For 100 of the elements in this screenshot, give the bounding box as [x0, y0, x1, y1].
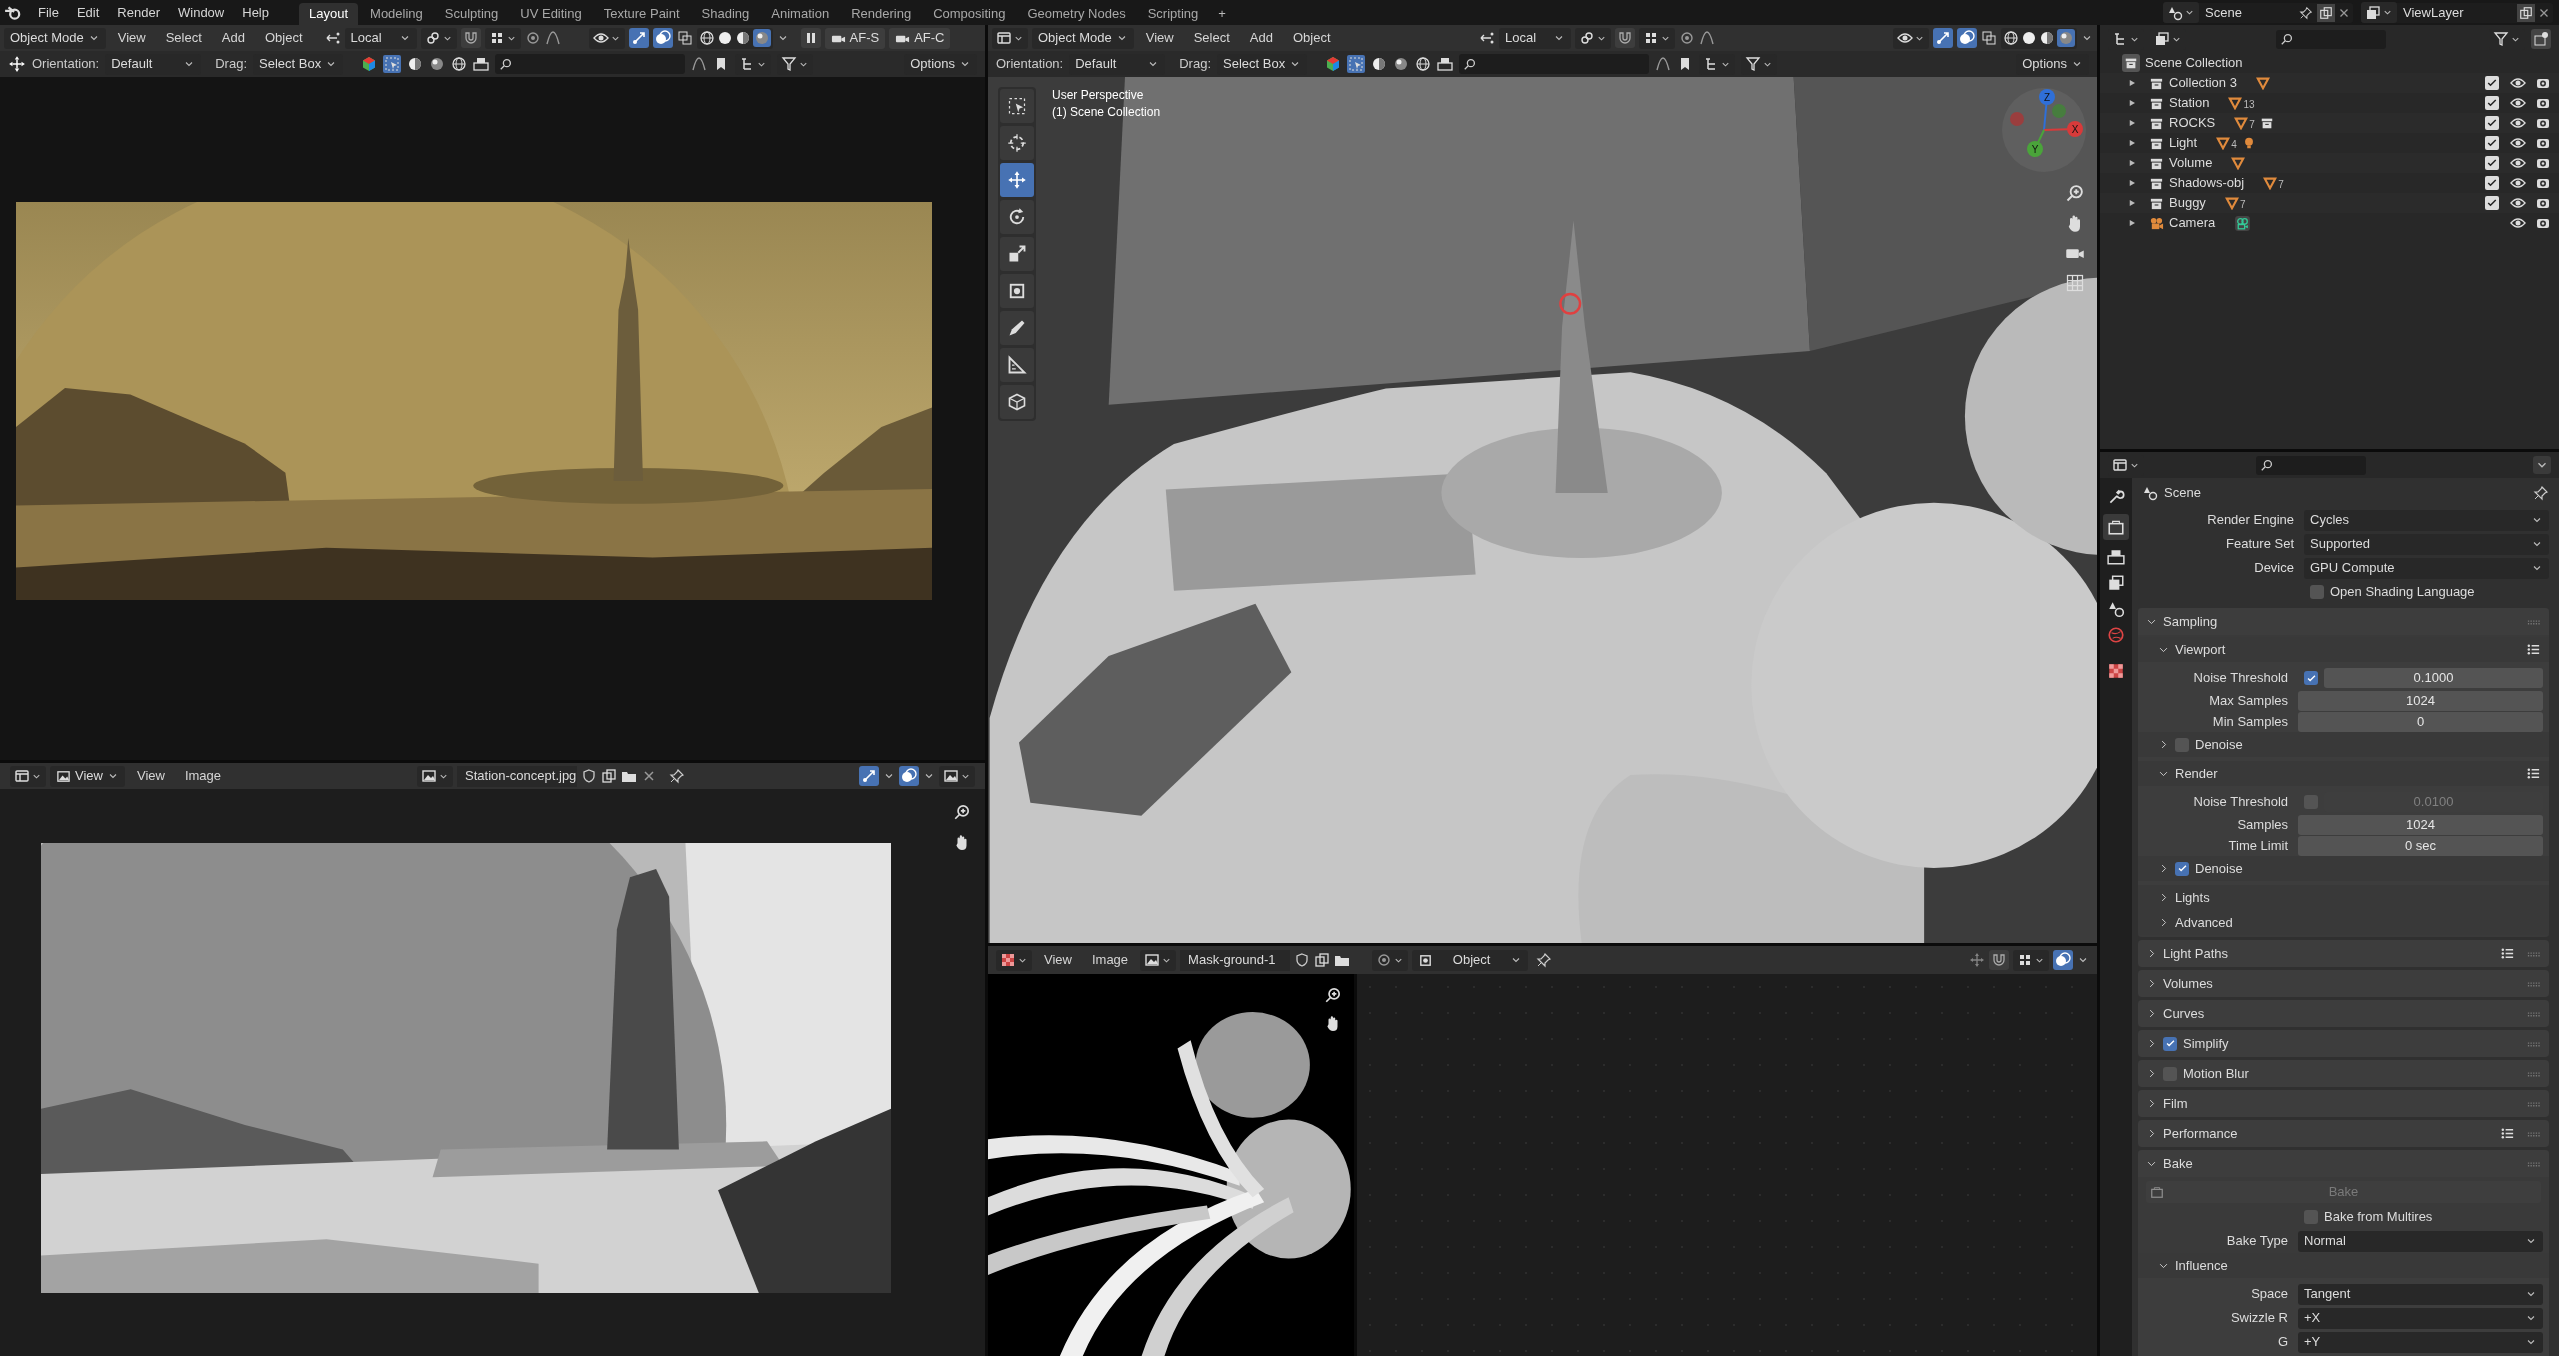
menu-item[interactable]: View	[128, 765, 173, 787]
mesh-icon[interactable]	[2263, 176, 2278, 190]
measure-tool-icon[interactable]	[1000, 348, 1034, 382]
orientation-dropdown[interactable]: Local	[344, 27, 417, 49]
presets-icon[interactable]	[2526, 642, 2541, 657]
view-mode-dropdown[interactable]: View	[50, 765, 125, 787]
menu-item[interactable]: Object	[256, 27, 311, 49]
eye-icon[interactable]	[2510, 75, 2526, 91]
output-tab-icon[interactable]	[2107, 548, 2125, 566]
view-layer-selector[interactable]	[2361, 2, 2397, 23]
dropdown[interactable]: GPU Compute	[2304, 557, 2549, 579]
pivot-selector[interactable]	[1575, 27, 1611, 49]
gizmo-icon[interactable]	[859, 766, 879, 786]
wireframe-shading-icon[interactable]	[2003, 30, 2019, 46]
checkbox[interactable]	[2485, 96, 2499, 110]
pin-icon[interactable]	[1536, 952, 1553, 968]
checkbox[interactable]	[2304, 671, 2318, 685]
dropdown[interactable]: Normal	[2298, 1230, 2543, 1252]
collection-icon[interactable]	[2122, 54, 2140, 72]
checkbox[interactable]	[2485, 156, 2499, 170]
material-shading-icon[interactable]	[734, 30, 751, 46]
outliner-item-name[interactable]: Shadows-obj	[2169, 173, 2245, 193]
rotate-tool-icon[interactable]	[1000, 200, 1034, 234]
image-browse-selector[interactable]	[417, 765, 454, 787]
world-tab-icon[interactable]	[2107, 626, 2125, 644]
material-shading-icon[interactable]	[2039, 30, 2055, 46]
layers-icon[interactable]	[2154, 31, 2170, 47]
workspace-tab[interactable]: Rendering	[841, 3, 922, 25]
mesh-icon[interactable]	[2228, 96, 2243, 110]
image-icon[interactable]	[943, 768, 959, 784]
workspace-tab[interactable]: Geometry Nodes	[1017, 3, 1136, 25]
select-icon[interactable]	[1347, 55, 1366, 73]
checkbox[interactable]	[2485, 196, 2499, 210]
square-icon[interactable]	[1418, 952, 1434, 968]
eye-icon[interactable]	[2510, 135, 2526, 151]
mesh-icon[interactable]	[2231, 156, 2246, 170]
snap-target-selector[interactable]	[484, 27, 521, 49]
editor-type-selector[interactable]	[992, 27, 1028, 49]
proportional-edit-icon[interactable]	[1679, 30, 1695, 46]
outliner-item-name[interactable]: Scene Collection	[2145, 53, 2243, 73]
camera-data-icon[interactable]	[2234, 214, 2252, 232]
object-dropdown[interactable]: Object	[1412, 949, 1529, 971]
eye-icon[interactable]	[2510, 195, 2526, 211]
fake-user-icon[interactable]	[581, 768, 598, 784]
panel-header[interactable]: Denoise	[2138, 856, 2549, 881]
transform-orientation-icon[interactable]	[324, 30, 341, 46]
eye-icon[interactable]	[2510, 175, 2526, 191]
filter-icon[interactable]	[1745, 56, 1762, 72]
world-icon[interactable]	[451, 56, 468, 72]
menu-item[interactable]: Window	[170, 2, 233, 23]
color-icon[interactable]	[1325, 56, 1342, 72]
workspace-tab[interactable]: Texture Paint	[593, 3, 690, 25]
scene-icon[interactable]	[2142, 485, 2158, 501]
snap-icon[interactable]	[1989, 950, 2009, 970]
link-icon[interactable]	[1579, 30, 1595, 46]
outliner-item-name[interactable]: Buggy	[2169, 193, 2206, 213]
menu-item[interactable]: Select	[157, 27, 210, 49]
gizmo-icon[interactable]	[628, 28, 649, 48]
number-field[interactable]: 1024	[2298, 814, 2543, 835]
editor-type-selector[interactable]	[996, 949, 1032, 971]
pivot-selector[interactable]	[420, 27, 457, 49]
transform-orientation-icon[interactable]	[1479, 30, 1495, 46]
menu-item[interactable]: Image	[1083, 949, 1137, 971]
eye-icon[interactable]	[2510, 115, 2526, 131]
panel-header[interactable]: Denoise	[2138, 732, 2549, 757]
mode-dropdown[interactable]: Object Mode	[1032, 27, 1134, 49]
mesh-icon[interactable]	[2224, 196, 2239, 210]
wireframe-shading-icon[interactable]	[698, 30, 715, 46]
outliner-item-name[interactable]: Camera	[2169, 213, 2216, 233]
transform-tool-icon[interactable]	[1000, 274, 1034, 308]
workspace-tab[interactable]: Modeling	[360, 3, 433, 25]
texture-tab-icon[interactable]	[2107, 662, 2125, 680]
checker-icon[interactable]	[1000, 952, 1016, 968]
workspace-tab[interactable]: Shading	[691, 3, 760, 25]
dropdown[interactable]: +X	[2298, 1307, 2543, 1329]
mesh-icon[interactable]	[2255, 76, 2270, 90]
menu-item[interactable]: Add	[1241, 27, 1281, 49]
layers-icon[interactable]	[2365, 4, 2381, 21]
menu-item[interactable]: View	[1036, 949, 1080, 971]
overlay-icon[interactable]	[899, 766, 919, 786]
scene-tab-icon[interactable]	[2107, 600, 2125, 618]
image-browse-selector[interactable]	[1140, 949, 1177, 971]
outliner-item-name[interactable]: ROCKS	[2169, 113, 2216, 133]
checkbox[interactable]	[2485, 76, 2499, 90]
material-icon[interactable]	[407, 56, 424, 72]
snap-icon[interactable]	[460, 28, 481, 48]
filter-icon[interactable]	[2493, 31, 2509, 47]
addon-button[interactable]: AF-S	[824, 27, 886, 49]
dropdown[interactable]: Cycles	[2304, 509, 2549, 531]
filter-icon[interactable]	[781, 56, 798, 72]
number-field[interactable]: 0 sec	[2298, 835, 2543, 856]
checkbox[interactable]	[2175, 737, 2189, 752]
workspace-tab[interactable]: Sculpting	[434, 3, 509, 25]
checkbox[interactable]	[2175, 861, 2189, 876]
overlay-icon[interactable]	[2053, 950, 2073, 970]
search-field[interactable]	[1459, 54, 1650, 74]
menu-item[interactable]: View	[109, 27, 154, 49]
image-name-field[interactable]: Mask-ground-1	[1180, 949, 1291, 971]
mesh-icon[interactable]	[2234, 116, 2249, 130]
new-image-icon[interactable]	[1314, 952, 1331, 968]
